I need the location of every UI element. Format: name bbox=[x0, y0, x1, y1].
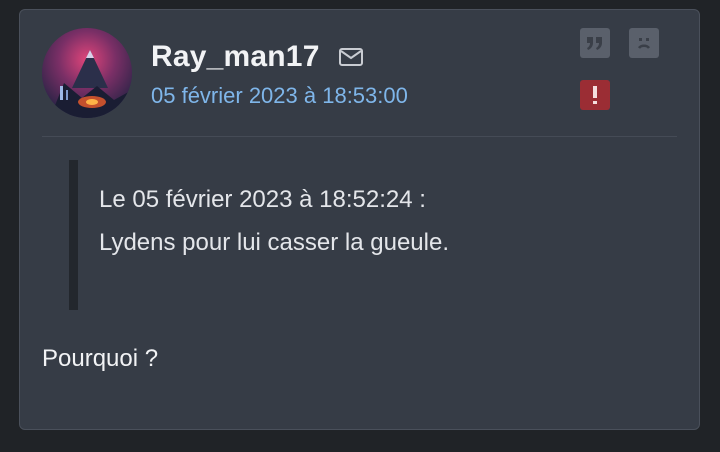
quote-header: Le 05 février 2023 à 18:52:24 : bbox=[99, 186, 426, 213]
exclamation-icon bbox=[593, 86, 597, 104]
sad-face-icon bbox=[637, 38, 651, 49]
avatar[interactable] bbox=[42, 28, 132, 118]
quote-bar bbox=[69, 160, 78, 310]
quote-text: Lydens pour lui casser la gueule. bbox=[99, 229, 449, 256]
message-body: Pourquoi ? bbox=[42, 345, 159, 372]
sad-reaction-button[interactable] bbox=[629, 28, 659, 58]
envelope-icon[interactable] bbox=[338, 46, 364, 68]
header-divider bbox=[42, 136, 677, 137]
quote-button[interactable] bbox=[580, 28, 610, 58]
avatar-image bbox=[42, 28, 132, 118]
report-button[interactable] bbox=[580, 80, 610, 110]
quote-icon bbox=[587, 37, 602, 50]
message-card: Ray_man17 05 février 2023 à 18:53:00 Le … bbox=[19, 9, 700, 430]
post-date-link[interactable]: 05 février 2023 à 18:53:00 bbox=[151, 83, 408, 109]
author-name[interactable]: Ray_man17 bbox=[151, 40, 320, 74]
